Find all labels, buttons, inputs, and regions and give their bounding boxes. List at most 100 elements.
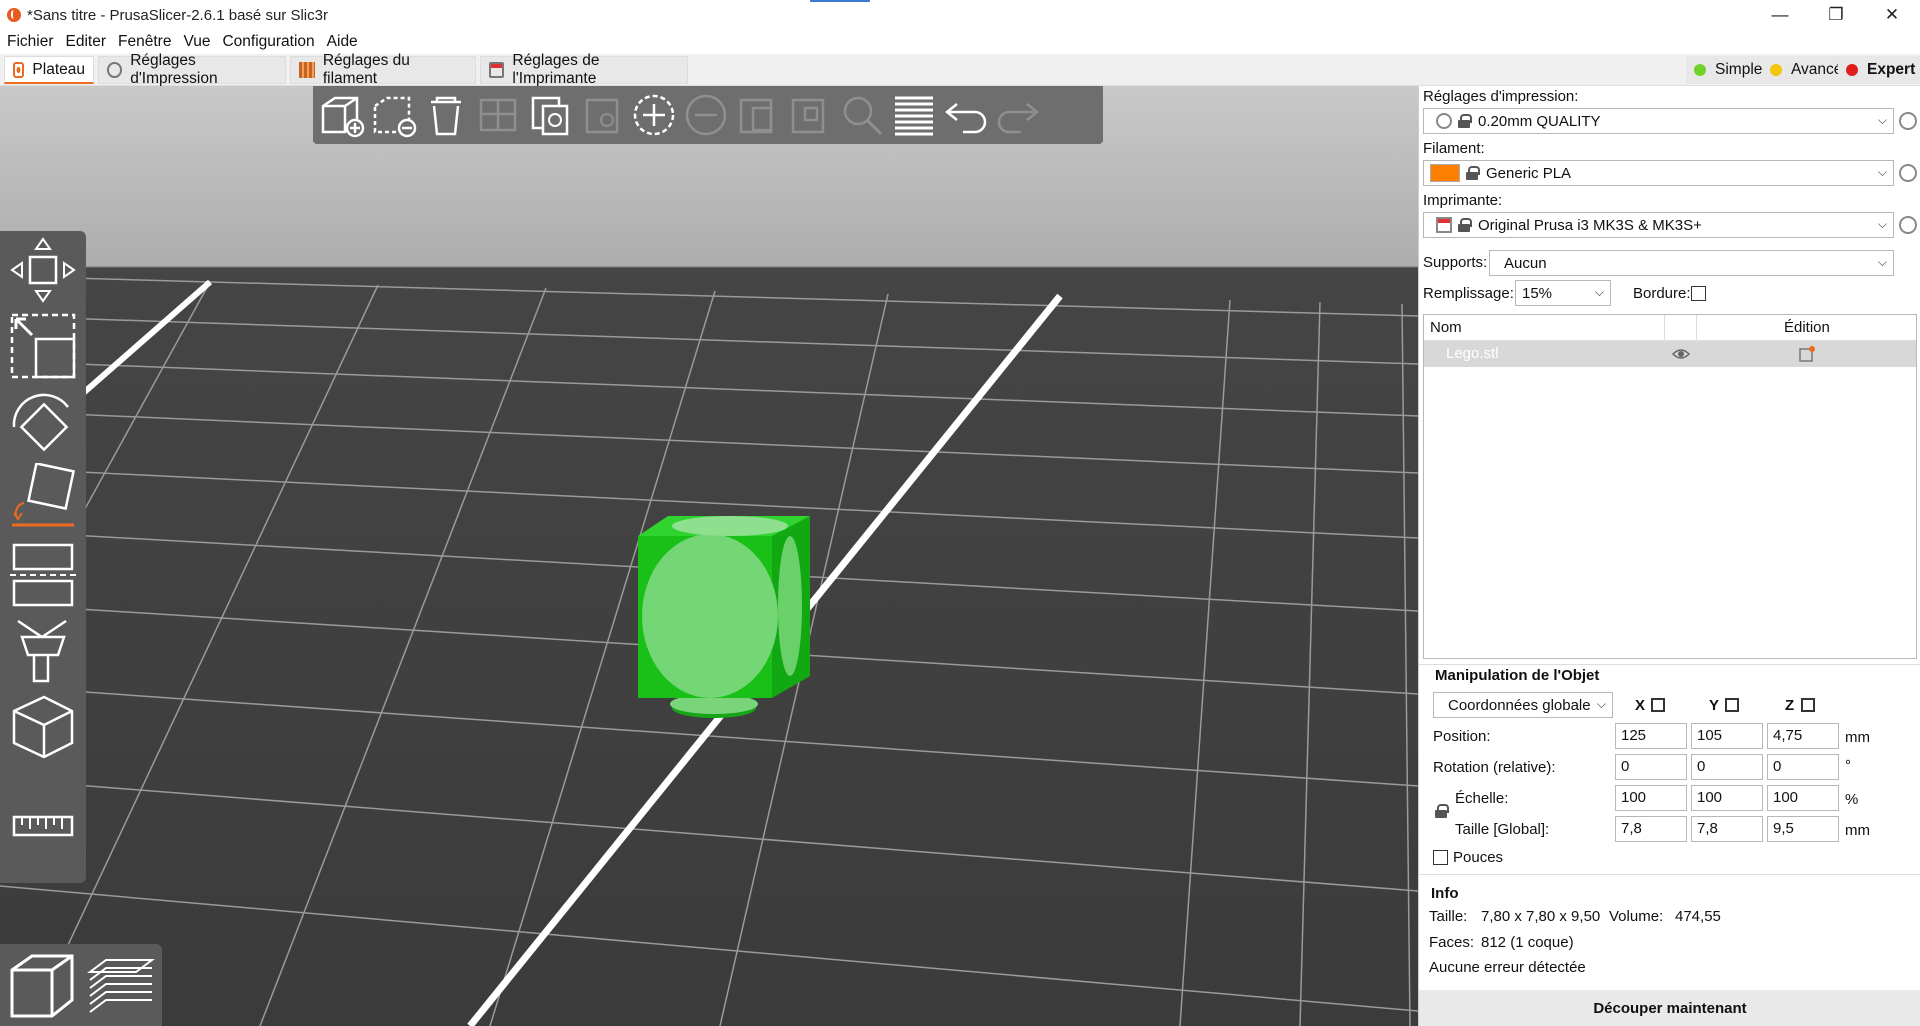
drop-to-bed-icon[interactable] <box>1801 698 1815 712</box>
info-title: Info <box>1431 885 1459 902</box>
edit-printer-gear-icon[interactable] <box>1899 216 1917 234</box>
edit-filament-gear-icon[interactable] <box>1899 164 1917 182</box>
rotation-z-input[interactable]: 0 <box>1767 754 1839 780</box>
paste-icon[interactable] <box>579 92 625 138</box>
info-faces-value: 812 (1 coque) <box>1481 934 1574 951</box>
lego-object[interactable] <box>630 516 810 726</box>
scale-x-input[interactable]: 100 <box>1615 785 1687 811</box>
info-size-value: 7,80 x 7,80 x 9,50 <box>1481 908 1601 925</box>
position-y-input[interactable]: 105 <box>1691 723 1763 749</box>
3d-viewport[interactable] <box>0 86 1418 1026</box>
brim-checkbox[interactable] <box>1691 286 1706 301</box>
undo-icon[interactable] <box>943 92 989 138</box>
split-parts-icon[interactable] <box>787 92 833 138</box>
coordinates-combo[interactable]: Coordonnées globales ⌵ <box>1433 692 1613 718</box>
place-on-face-icon[interactable] <box>8 463 78 533</box>
menu-fenetre[interactable]: Fenêtre <box>118 33 171 51</box>
print-settings-combo[interactable]: 0.20mm QUALITY ⌵ <box>1423 108 1894 134</box>
combo-value: 0.20mm QUALITY <box>1478 112 1601 130</box>
delete-icon[interactable] <box>371 92 417 138</box>
lock-scale-icon[interactable] <box>1435 804 1449 818</box>
edit-settings-icon[interactable] <box>1798 345 1816 363</box>
mode-simple[interactable]: Simple <box>1686 56 1771 84</box>
tab-print-settings[interactable]: Réglages d'Impression <box>98 52 286 87</box>
move-icon[interactable] <box>8 235 78 305</box>
supports-combo[interactable]: Aucun ⌵ <box>1489 250 1894 276</box>
menu-configuration[interactable]: Configuration <box>222 33 314 51</box>
menu-fichier[interactable]: Fichier <box>7 33 54 51</box>
tab-filament-settings[interactable]: Réglages du filament <box>290 52 476 87</box>
divider <box>1419 664 1920 665</box>
printer-combo[interactable]: Original Prusa i3 MK3S & MK3S+ ⌵ <box>1423 212 1894 238</box>
3d-view-icon[interactable] <box>8 950 78 1022</box>
infill-combo[interactable]: 15% ⌵ <box>1515 280 1611 306</box>
mode-label: Avancé <box>1791 61 1843 78</box>
tab-label: Réglages d'Impression <box>130 52 218 87</box>
add-instance-icon[interactable] <box>631 92 677 138</box>
tab-printer-settings[interactable]: Réglages de l'Imprimante <box>480 52 688 87</box>
print-settings-label: Réglages d'impression: <box>1423 88 1579 105</box>
chevron-down-icon: ⌵ <box>1877 255 1887 269</box>
add-icon[interactable] <box>319 92 365 138</box>
filament-color-swatch <box>1430 164 1460 182</box>
menu-aide[interactable]: Aide <box>327 33 358 51</box>
rotate-icon[interactable] <box>8 387 78 457</box>
edit-preset-gear-icon[interactable] <box>1899 112 1917 130</box>
chevron-down-icon: ⌵ <box>1596 697 1606 711</box>
list-item[interactable]: Lego.stl <box>1424 341 1916 367</box>
rotation-y-input[interactable]: 0 <box>1691 754 1763 780</box>
tab-plateau[interactable]: Plateau <box>4 56 94 84</box>
position-z-input[interactable]: 4,75 <box>1767 723 1839 749</box>
filament-combo[interactable]: Generic PLA ⌵ <box>1423 160 1894 186</box>
drop-to-bed-icon[interactable] <box>1725 698 1739 712</box>
menu-vue[interactable]: Vue <box>183 33 210 51</box>
preview-icon[interactable] <box>86 950 156 1022</box>
position-x-input[interactable]: 125 <box>1615 723 1687 749</box>
inches-checkbox[interactable] <box>1433 850 1448 865</box>
column-name[interactable]: Nom <box>1430 319 1462 336</box>
cube-icon[interactable] <box>8 691 78 761</box>
size-y-input[interactable]: 7,8 <box>1691 816 1763 842</box>
inches-label: Pouces <box>1453 849 1504 866</box>
minimize-button[interactable]: — <box>1752 0 1808 30</box>
chevron-down-icon: ⌵ <box>1877 217 1887 231</box>
delete-all-icon[interactable] <box>423 92 469 138</box>
size-x-input[interactable]: 7,8 <box>1615 816 1687 842</box>
combo-value: Coordonnées globales <box>1448 696 1590 714</box>
simple-dot-icon <box>1694 64 1706 76</box>
view-toolbar <box>0 944 162 1026</box>
column-edit[interactable]: Édition <box>1784 319 1830 336</box>
maximize-button[interactable]: ❐ <box>1808 0 1864 30</box>
split-objects-icon[interactable] <box>735 92 781 138</box>
arrange-icon[interactable] <box>475 92 521 138</box>
scale-y-input[interactable]: 100 <box>1691 785 1763 811</box>
info-faces-label: Faces: <box>1429 934 1475 951</box>
divider <box>1419 874 1920 875</box>
menu-editer[interactable]: Editer <box>66 33 107 51</box>
redo-icon[interactable] <box>995 92 1041 138</box>
plater-icon <box>13 61 25 78</box>
remove-instance-icon[interactable] <box>683 92 729 138</box>
close-button[interactable]: ✕ <box>1864 0 1920 30</box>
layers-editing-icon[interactable] <box>891 92 937 138</box>
paint-supports-icon[interactable] <box>8 615 78 685</box>
slice-now-button[interactable]: Découper maintenant <box>1419 990 1920 1026</box>
cut-icon[interactable] <box>8 539 78 609</box>
scale-z-input[interactable]: 100 <box>1767 785 1839 811</box>
chevron-down-icon: ⌵ <box>1877 113 1887 127</box>
brim-label: Bordure: <box>1633 285 1691 302</box>
tab-label: Réglages du filament <box>322 52 410 87</box>
scale-icon[interactable] <box>8 311 78 381</box>
menu-bar: Fichier Editer Fenêtre Vue Configuration… <box>0 30 1920 54</box>
drop-to-bed-icon[interactable] <box>1651 698 1665 712</box>
size-z-input[interactable]: 9,5 <box>1767 816 1839 842</box>
mode-expert[interactable]: Expert <box>1838 56 1920 84</box>
eye-icon[interactable] <box>1672 347 1690 361</box>
supports-label: Supports: <box>1423 254 1488 271</box>
measure-icon[interactable] <box>8 791 78 861</box>
copy-icon[interactable] <box>527 92 573 138</box>
search-icon[interactable] <box>839 92 885 138</box>
title-bar: *Sans titre - PrusaSlicer-2.6.1 basé sur… <box>0 0 1920 30</box>
info-errors: Aucune erreur détectée <box>1429 959 1586 976</box>
rotation-x-input[interactable]: 0 <box>1615 754 1687 780</box>
